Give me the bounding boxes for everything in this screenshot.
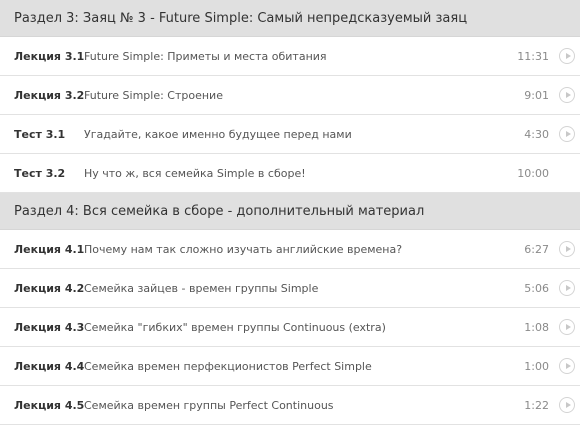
item-kind: Лекция 4.5 (14, 398, 85, 412)
play-icon[interactable] (559, 241, 575, 257)
lecture-row-3-1[interactable]: Лекция 3.1 Future Simple: Приметы и мест… (0, 37, 580, 76)
lecture-row-3-2[interactable]: Лекция 3.2 Future Simple: Строение 9:01 (0, 76, 580, 115)
play-icon[interactable] (559, 319, 575, 335)
lecture-row-4-1[interactable]: Лекция 4.1 Почему нам так сложно изучать… (0, 230, 580, 269)
section-header-4[interactable]: Раздел 4: Вся семейка в сборе - дополнит… (0, 193, 580, 230)
play-icon[interactable] (559, 280, 575, 296)
item-kind: Лекция 4.1 (14, 242, 85, 256)
item-kind: Лекция 4.3 (14, 320, 85, 334)
item-kind: Тест 3.1 (14, 127, 66, 141)
play-icon[interactable] (559, 397, 575, 413)
test-row-3-2[interactable]: Тест 3.2 Ну что ж, вся семейка Simple в … (0, 154, 580, 193)
item-title[interactable]: Future Simple: Строение (84, 89, 499, 102)
item-kind: Лекция 4.4 (14, 359, 85, 373)
item-duration: 6:27 (524, 242, 549, 256)
item-title[interactable]: Семейка времен перфекционистов Perfect S… (84, 360, 499, 373)
item-title[interactable]: Future Simple: Приметы и места обитания (84, 50, 499, 63)
lecture-row-4-5[interactable]: Лекция 4.5 Семейка времен группы Perfect… (0, 386, 580, 425)
item-kind: Лекция 3.1 (14, 49, 85, 63)
section-header-3[interactable]: Раздел 3: Заяц № 3 - Future Simple: Самы… (0, 0, 580, 37)
item-title[interactable]: Ну что ж, вся семейка Simple в сборе! (84, 167, 499, 180)
item-duration: 11:31 (517, 49, 549, 63)
lecture-row-4-2[interactable]: Лекция 4.2 Семейка зайцев - времен групп… (0, 269, 580, 308)
item-title[interactable]: Семейка времен группы Perfect Continuous (84, 399, 499, 412)
item-kind: Тест 3.2 (14, 166, 66, 180)
lecture-row-4-4[interactable]: Лекция 4.4 Семейка времен перфекционисто… (0, 347, 580, 386)
section-title: Раздел 3: Заяц № 3 - Future Simple: Самы… (14, 10, 468, 26)
item-duration: 1:22 (524, 398, 549, 412)
section-title: Раздел 4: Вся семейка в сборе - дополнит… (14, 203, 425, 219)
item-duration: 4:30 (524, 127, 549, 141)
test-row-3-1[interactable]: Тест 3.1 Угадайте, какое именно будущее … (0, 115, 580, 154)
item-title[interactable]: Семейка "гибких" времен группы Continuou… (84, 321, 499, 334)
lecture-row-4-3[interactable]: Лекция 4.3 Семейка "гибких" времен групп… (0, 308, 580, 347)
item-title[interactable]: Почему нам так сложно изучать английские… (84, 243, 499, 256)
item-kind: Лекция 3.2 (14, 88, 85, 102)
play-icon[interactable] (559, 87, 575, 103)
item-title[interactable]: Угадайте, какое именно будущее перед нам… (84, 128, 499, 141)
play-icon[interactable] (559, 48, 575, 64)
play-icon[interactable] (559, 358, 575, 374)
course-curriculum: Раздел 3: Заяц № 3 - Future Simple: Самы… (0, 0, 580, 425)
play-icon[interactable] (559, 126, 575, 142)
item-duration: 9:01 (524, 88, 549, 102)
item-duration: 1:00 (524, 359, 549, 373)
item-duration: 5:06 (524, 281, 549, 295)
item-title[interactable]: Семейка зайцев - времен группы Simple (84, 282, 499, 295)
item-kind: Лекция 4.2 (14, 281, 85, 295)
item-duration: 1:08 (524, 320, 549, 334)
item-duration: 10:00 (517, 166, 549, 180)
